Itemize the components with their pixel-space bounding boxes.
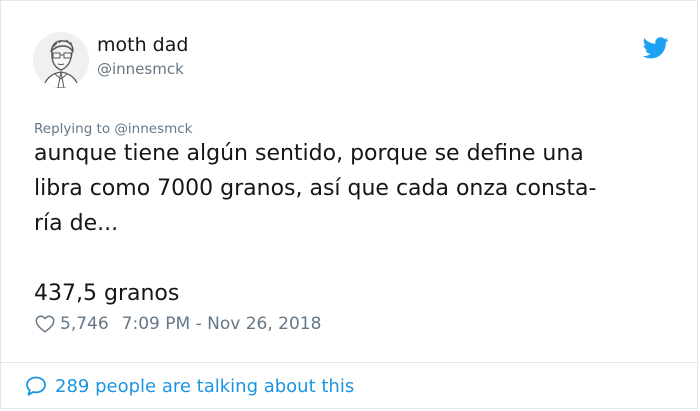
author-handle[interactable]: @innesmck — [97, 60, 184, 78]
tweet-timestamp[interactable]: 7:09 PM - Nov 26, 2018 — [122, 314, 322, 334]
tweet-card: moth dad @innesmck Replying to @innesmck… — [0, 0, 699, 409]
tweet-meta-row: 5,746 7:09 PM - Nov 26, 2018 — [34, 312, 321, 336]
reply-context[interactable]: Replying to @innesmck — [34, 121, 193, 137]
tweet-text-line: ría de... — [34, 211, 119, 236]
twitter-bird-icon[interactable] — [643, 37, 669, 59]
author-name[interactable]: moth dad — [97, 34, 188, 56]
avatar[interactable] — [33, 32, 89, 88]
tweet-text-line: aunque tiene algún sentido, porque se de… — [34, 141, 584, 166]
tweet-text-line: 437,5 granos — [34, 281, 180, 306]
speech-bubble-icon — [26, 376, 46, 396]
talking-about-text[interactable]: 289 people are talking about this — [55, 376, 354, 397]
like-count[interactable]: 5,746 — [60, 314, 109, 334]
tweet-text-line: libra como 7000 granos, así que cada onz… — [34, 176, 597, 201]
divider — [1, 362, 699, 363]
talking-about-link[interactable]: 289 people are talking about this — [24, 373, 354, 399]
tweet-text: aunque tiene algún sentido, porque se de… — [34, 136, 674, 311]
avatar-sketch-image — [33, 32, 89, 88]
heart-icon[interactable] — [34, 313, 56, 335]
